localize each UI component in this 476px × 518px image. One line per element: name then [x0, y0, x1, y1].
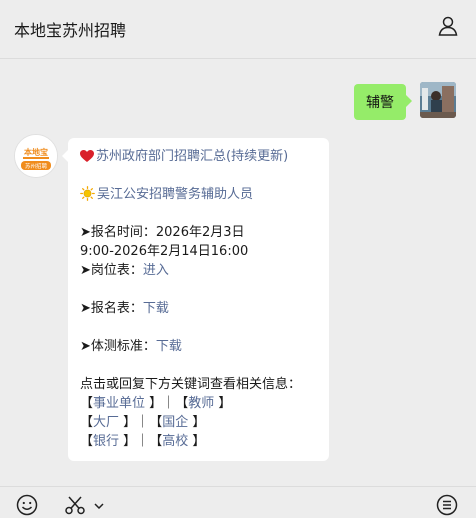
item-title: 吴江公安招聘警务辅助人员 — [97, 187, 254, 202]
chevron-down-icon[interactable] — [92, 494, 106, 516]
post-table-link[interactable]: 进入 — [143, 263, 169, 278]
fitness-standard-download-link[interactable]: 下载 — [156, 339, 182, 354]
summary-title: 苏州政府部门招聘汇总(持续更新) — [96, 149, 289, 164]
registration-time-range: 9:00-2026年2月14日16:00 — [80, 244, 249, 259]
fitness-standard-label: ➤体测标准： — [80, 339, 156, 354]
application-form-row: ➤报名表：下载 — [80, 299, 317, 318]
post-table-row: ➤岗位表：进入 — [80, 261, 317, 280]
bracket: 】 — [123, 415, 137, 430]
registration-time-label: ➤报名时间：2026年2月3日 — [80, 225, 245, 240]
keyword-row-3: 【银行 】｜【高校 】 — [80, 432, 317, 451]
bracket: 】 — [149, 396, 163, 411]
chat-header: 本地宝苏州招聘 — [0, 0, 476, 59]
keyword-state-owned[interactable]: 国企 — [162, 415, 188, 430]
menu-list-icon[interactable] — [436, 494, 458, 516]
emoji-icon[interactable] — [16, 494, 38, 516]
keyword-teacher[interactable]: 教师 — [188, 396, 214, 411]
keyword-bank[interactable]: 银行 — [93, 434, 119, 449]
chat-screen: 本地宝苏州招聘 辅警 本地宝 苏州招聘 苏州政府部门招聘汇总(持续更新) 吴江公… — [0, 0, 476, 518]
fitness-standard-row: ➤体测标准：下载 — [80, 337, 317, 356]
separator: ｜ — [136, 415, 150, 430]
bracket: 【 — [80, 434, 94, 449]
bottom-toolbar — [0, 486, 476, 518]
bracket: 【 — [149, 415, 163, 430]
bracket: 】 — [123, 434, 137, 449]
bracket: 】 — [218, 396, 232, 411]
application-form-download-link[interactable]: 下载 — [143, 301, 169, 316]
keyword-big-factory[interactable]: 大厂 — [93, 415, 119, 430]
bendibao-logo-icon: 本地宝 苏州招聘 — [15, 135, 57, 177]
bracket: 【 — [149, 434, 163, 449]
outgoing-message-bubble[interactable]: 辅警 — [354, 84, 412, 120]
application-form-label: ➤报名表： — [80, 301, 143, 316]
official-account-avatar[interactable]: 本地宝 苏州招聘 — [14, 134, 58, 178]
keywords-intro: 点击或回复下方关键词查看相关信息： — [80, 377, 302, 392]
bracket: 】 — [192, 434, 206, 449]
sun-icon — [80, 186, 95, 201]
scissors-icon[interactable] — [64, 494, 86, 516]
keyword-row-1: 【事业单位 】｜【教师 】 — [80, 394, 317, 413]
chat-title: 本地宝苏州招聘 — [14, 21, 127, 40]
user-icon[interactable] — [436, 14, 460, 38]
post-table-label: ➤岗位表： — [80, 263, 143, 278]
keyword-university[interactable]: 高校 — [162, 434, 188, 449]
separator: ｜ — [136, 434, 150, 449]
keyword-public-institution[interactable]: 事业单位 — [93, 396, 145, 411]
separator: ｜ — [162, 396, 176, 411]
bracket: 【 — [175, 396, 189, 411]
bracket: 【 — [80, 415, 94, 430]
incoming-message-bubble: 苏州政府部门招聘汇总(持续更新) 吴江公安招聘警务辅助人员 ➤报名时间：2026… — [62, 138, 329, 461]
keyword-row-2: 【大厂 】｜【国企 】 — [80, 413, 317, 432]
recruitment-summary-link[interactable]: 苏州政府部门招聘汇总(持续更新) — [80, 147, 317, 166]
bracket: 】 — [192, 415, 206, 430]
bracket: 【 — [80, 396, 94, 411]
my-avatar[interactable] — [420, 82, 456, 118]
recruitment-item-link[interactable]: 吴江公安招聘警务辅助人员 — [80, 185, 317, 204]
svg-text:苏州招聘: 苏州招聘 — [25, 162, 48, 170]
heart-icon — [80, 150, 94, 162]
svg-text:本地宝: 本地宝 — [23, 147, 48, 157]
